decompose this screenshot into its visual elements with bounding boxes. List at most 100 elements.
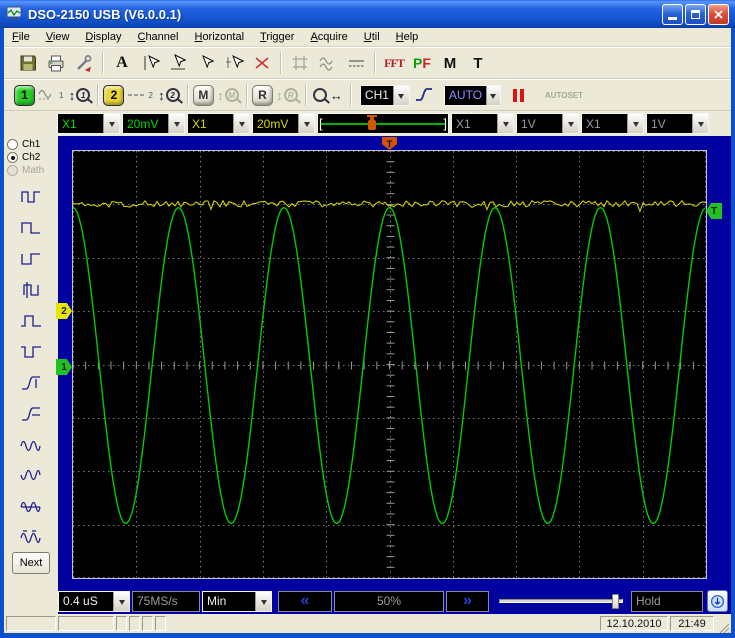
trigger-slope-button[interactable]	[412, 83, 436, 107]
ch1-zero-marker[interactable]: 1	[56, 359, 72, 375]
channel-radio-ch2[interactable]: Ch2	[7, 152, 55, 163]
maximize-button[interactable]	[685, 3, 706, 25]
scroll-right-button[interactable]: »	[446, 590, 489, 612]
radio-disabled-icon	[7, 165, 18, 176]
pos-width-icon[interactable]	[20, 218, 42, 238]
ch2-waveform-button[interactable]: 2	[126, 83, 153, 107]
dropdown-arrow-icon[interactable]	[233, 114, 249, 133]
ch2-enable-button[interactable]: 2	[103, 84, 125, 106]
waveform-style-button[interactable]	[316, 51, 340, 75]
ch2-volts-select[interactable]: 20mV	[252, 113, 315, 134]
measure-button[interactable]: M	[438, 51, 462, 75]
ref-vzoom-button: ↕ R	[275, 83, 299, 107]
arrow-cursor-button[interactable]	[194, 51, 218, 75]
track-cursor-button[interactable]	[222, 51, 246, 75]
menu-item[interactable]: Display	[77, 29, 129, 45]
pos-pulse-icon[interactable]	[20, 311, 42, 331]
scroll-left-button[interactable]: «	[278, 590, 332, 612]
trigger-position-slider[interactable]: [ ]	[317, 113, 449, 134]
interpolation-select[interactable]: Min	[202, 590, 272, 612]
overshoot-icon[interactable]	[20, 466, 42, 486]
print-button[interactable]	[44, 51, 68, 75]
dropdown-arrow-icon[interactable]	[486, 85, 500, 105]
dropdown-arrow-icon[interactable]	[298, 114, 314, 133]
ref-enable-button[interactable]: R	[251, 84, 273, 106]
ch2-zero-marker[interactable]: 2	[56, 303, 72, 319]
trigger-position-marker[interactable]	[367, 115, 378, 133]
text-tool-button[interactable]: A	[110, 51, 134, 75]
status-panel	[58, 616, 114, 631]
amplitude-icon[interactable]	[20, 497, 42, 517]
neg-width-icon[interactable]	[20, 249, 42, 269]
pause-button[interactable]	[507, 83, 531, 107]
menu-item[interactable]: Trigger	[252, 29, 302, 45]
menu-item[interactable]: Horizontal	[186, 29, 252, 45]
rms-icon[interactable]	[20, 528, 42, 548]
settings-button[interactable]	[72, 51, 96, 75]
menu-item[interactable]: Channel	[129, 29, 186, 45]
math-enable-button[interactable]: M	[192, 84, 214, 106]
updown-icon: ↕	[276, 87, 283, 103]
slider-line	[321, 123, 445, 125]
rise-time-icon[interactable]	[20, 373, 42, 393]
menu-item[interactable]: Util	[356, 29, 388, 45]
next-button[interactable]: Next	[12, 552, 50, 574]
ch1-probe-value: X1	[62, 116, 77, 131]
save-button[interactable]	[16, 51, 40, 75]
dropdown-arrow-icon[interactable]	[103, 114, 119, 133]
title-bar[interactable]: DSO-2150 USB (V6.0.0.1)	[0, 0, 735, 28]
vertical-cursor-button[interactable]	[138, 51, 162, 75]
resize-grip-icon[interactable]	[716, 620, 729, 633]
scope-grid-and-traces	[73, 151, 706, 578]
menu-item[interactable]: View	[38, 29, 78, 45]
menu-item[interactable]: Help	[388, 29, 427, 45]
ch2-vzoom-button[interactable]: ↕ 2	[157, 83, 181, 107]
ch1-vzoom-button[interactable]: ↕ 1	[67, 83, 91, 107]
timebase-select[interactable]: 0.4 uS	[58, 590, 130, 612]
trigger-level-marker[interactable]: T	[706, 203, 722, 219]
ch2-probe-select[interactable]: X1	[187, 113, 250, 134]
grid-button[interactable]	[288, 51, 312, 75]
dropdown-arrow-icon[interactable]	[168, 114, 184, 133]
status-panel	[116, 616, 127, 631]
dropdown-arrow-icon[interactable]	[255, 591, 271, 611]
minimize-button[interactable]	[662, 3, 683, 25]
ch1-volts-select[interactable]: 20mV	[122, 113, 185, 134]
text-annotation-button[interactable]: T	[466, 51, 490, 75]
hzoom-button[interactable]: ↔	[312, 83, 344, 107]
frequency-icon[interactable]	[20, 435, 42, 455]
pass-fail-button[interactable]: PF	[410, 51, 434, 75]
horizontal-cursor-button[interactable]	[166, 51, 190, 75]
magnifier-icon: M	[224, 88, 239, 102]
arrow-cursor-icon	[201, 54, 214, 69]
ch1-waveform-button[interactable]: 1	[37, 83, 63, 107]
trigger-source-select[interactable]: CH1	[359, 84, 410, 106]
dropdown-arrow-icon[interactable]	[392, 85, 409, 105]
update-button[interactable]	[707, 590, 728, 612]
slider-handle[interactable]	[612, 594, 620, 609]
menu-item[interactable]: Acquire	[302, 29, 355, 45]
trigger-position-top-marker[interactable]: T	[382, 137, 397, 150]
channel-radio-ch1[interactable]: Ch1	[7, 139, 55, 150]
updown-icon: ↕	[217, 87, 224, 103]
duty-cycle-icon[interactable]	[20, 280, 42, 300]
neg-pulse-icon[interactable]	[20, 342, 42, 362]
period-icon[interactable]	[20, 187, 42, 207]
save-icon	[20, 55, 36, 71]
dropdown-arrow-icon[interactable]	[113, 591, 129, 611]
ch1-enable-button[interactable]: 1	[14, 84, 35, 106]
fft-button[interactable]: FFT	[382, 51, 406, 75]
fall-time-icon[interactable]	[20, 404, 42, 424]
scroll-slider[interactable]	[497, 591, 625, 611]
status-bar: 12.10.2010 21:49	[4, 614, 731, 633]
trigger-mode-select[interactable]: AUTO	[443, 84, 501, 106]
ch1-probe-select[interactable]: X1	[57, 113, 120, 134]
radio-icon	[7, 139, 18, 150]
main-toolbar: A FFT P F M T	[4, 47, 731, 79]
close-button[interactable]	[708, 3, 729, 25]
menu-item[interactable]: File	[4, 29, 38, 45]
dotted-line-button[interactable]	[344, 51, 368, 75]
status-panel	[6, 616, 56, 631]
rising-slope-icon	[415, 88, 432, 101]
no-cursor-button[interactable]	[250, 51, 274, 75]
